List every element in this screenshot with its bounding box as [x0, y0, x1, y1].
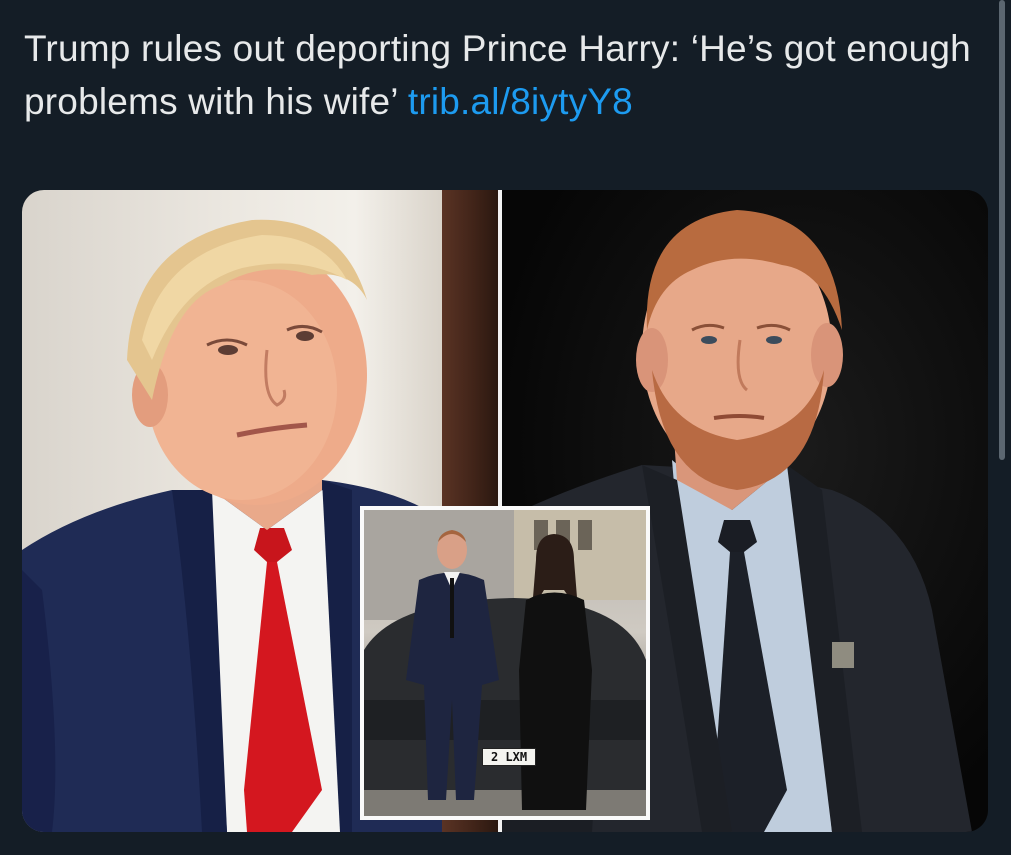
tweet-card: Trump rules out deporting Prince Harry: …: [0, 0, 1011, 855]
license-plate: 2 LXM: [482, 748, 536, 766]
tweet-link[interactable]: trib.al/8iytyY8: [408, 81, 633, 122]
inset-illustration: [364, 510, 646, 816]
tweet-text: Trump rules out deporting Prince Harry: …: [24, 22, 979, 128]
photo-harry-meghan: 2 LXM: [360, 506, 650, 820]
inset-photo: 2 LXM: [364, 510, 646, 816]
scrollbar[interactable]: [999, 0, 1005, 460]
tweet-media[interactable]: 2 LXM: [22, 190, 988, 832]
